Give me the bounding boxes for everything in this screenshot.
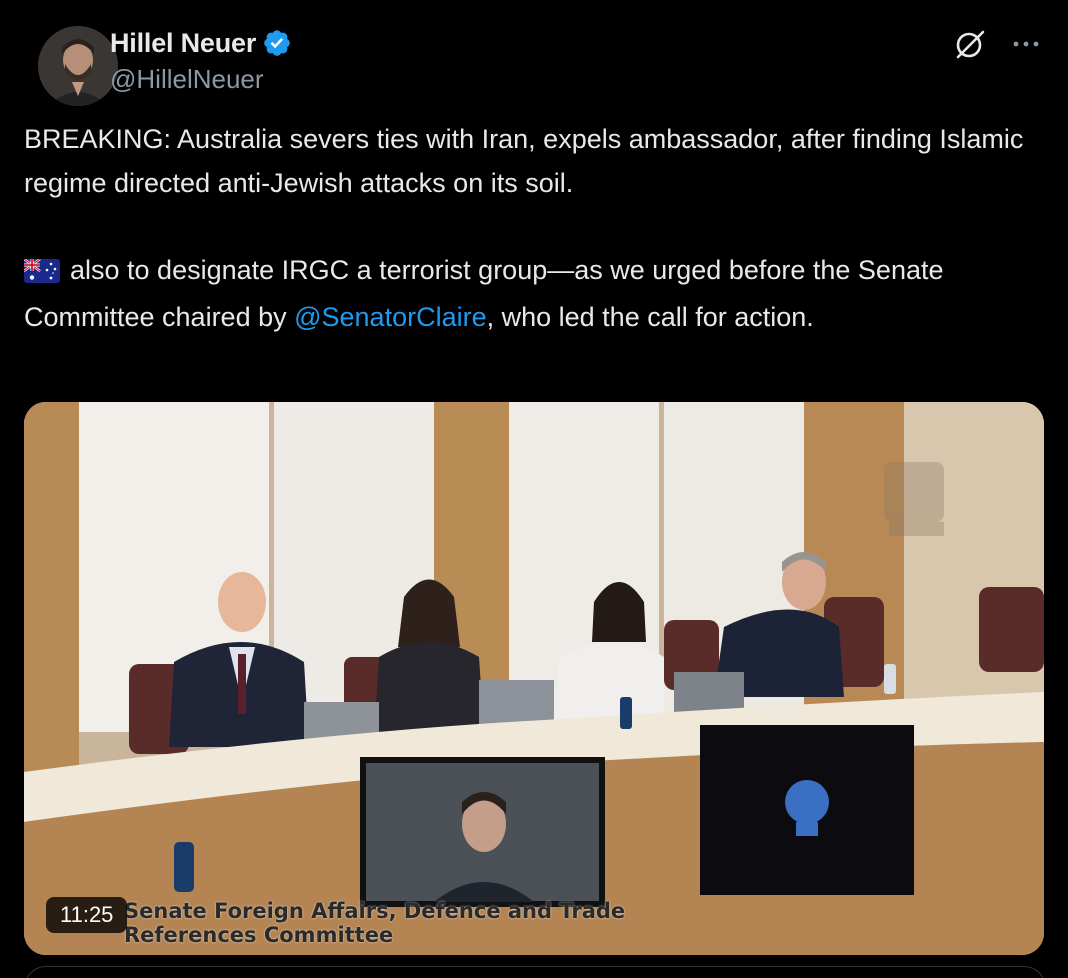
more-options-icon[interactable] bbox=[1010, 28, 1042, 60]
mention-link[interactable]: @SenatorClaire bbox=[294, 302, 487, 332]
display-name[interactable]: Hillel Neuer bbox=[110, 28, 256, 59]
tweet-paragraph-2-end: , who led the call for action. bbox=[486, 302, 814, 332]
tweet-paragraph-1: BREAKING: Australia severs ties with Ira… bbox=[24, 124, 1024, 198]
tweet-header: Hillel Neuer @HillelNeuer bbox=[24, 20, 1044, 106]
handle[interactable]: @HillelNeuer bbox=[110, 64, 292, 95]
video-duration-badge: 11:25 bbox=[46, 897, 128, 933]
grok-icon[interactable] bbox=[952, 26, 988, 62]
next-card-edge bbox=[24, 966, 1046, 978]
tweet: Hillel Neuer @HillelNeuer BREAKING: Aust… bbox=[0, 0, 1068, 978]
tweet-text: BREAKING: Australia severs ties with Ira… bbox=[23, 118, 1024, 340]
video-caption-overlay: Senate Foreign Affairs, Defence and Trad… bbox=[124, 899, 626, 947]
verified-badge-icon bbox=[262, 28, 292, 58]
user-info: Hillel Neuer @HillelNeuer bbox=[110, 24, 292, 95]
video-thumbnail bbox=[24, 402, 1044, 955]
avatar[interactable] bbox=[38, 26, 118, 106]
video-player[interactable]: Senate Foreign Affairs, Defence and Trad… bbox=[24, 402, 1044, 955]
australia-flag-icon bbox=[23, 253, 60, 297]
display-name-row: Hillel Neuer bbox=[110, 24, 292, 62]
